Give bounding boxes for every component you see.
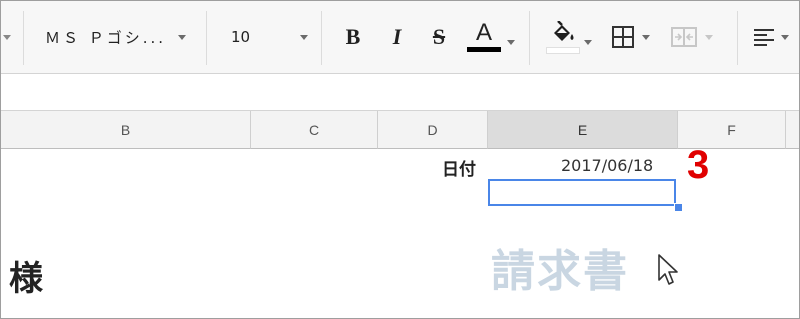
column-header-b[interactable]: B — [1, 111, 251, 149]
font-size-value: 10 — [231, 28, 251, 46]
column-header-e[interactable]: E — [488, 111, 678, 149]
chevron-down-icon — [781, 34, 789, 40]
fill-color-button[interactable] — [541, 1, 597, 73]
bold-icon: B — [345, 24, 361, 49]
borders-button[interactable] — [605, 1, 657, 73]
chevron-down-icon — [178, 34, 187, 40]
fill-color-icon — [546, 20, 580, 54]
text-color-bar — [467, 47, 501, 52]
align-left-icon — [754, 29, 774, 46]
invoice-title-cell[interactable]: 請求書 — [491, 247, 629, 297]
chevron-down-icon — [642, 34, 650, 40]
merge-cells-button[interactable] — [663, 1, 721, 73]
text-color-button[interactable]: A — [463, 1, 519, 73]
chevron-down-icon — [584, 39, 592, 45]
date-label-cell[interactable]: 日付 — [442, 155, 476, 180]
strikethrough-button[interactable]: S — [425, 1, 453, 73]
formula-bar[interactable] — [1, 74, 799, 111]
font-family-select[interactable]: ＭＳ Ｐゴシ... — [29, 1, 199, 73]
align-button[interactable] — [747, 1, 799, 73]
toolbar-scroll-left[interactable] — [1, 1, 13, 73]
text-color-icon: A — [467, 21, 501, 52]
italic-button[interactable]: I — [383, 1, 411, 73]
font-size-select[interactable]: 10 — [213, 1, 317, 73]
fill-handle[interactable] — [674, 203, 683, 212]
column-header-c[interactable]: C — [251, 111, 378, 149]
chevron-down-icon — [3, 34, 11, 40]
cell-grid[interactable] — [1, 150, 799, 318]
column-header-d[interactable]: D — [378, 111, 488, 149]
step-number-annotation: 3 — [687, 143, 710, 187]
column-header-g[interactable] — [786, 111, 799, 149]
chevron-down-icon — [507, 39, 515, 45]
merge-cells-icon — [671, 27, 697, 47]
borders-icon — [612, 26, 634, 48]
active-cell-selection[interactable] — [488, 179, 676, 206]
fill-color-bar — [546, 46, 580, 54]
chevron-down-icon — [300, 34, 309, 40]
paint-bucket-icon — [554, 20, 574, 41]
customer-suffix-cell[interactable]: 様 — [9, 259, 43, 299]
spreadsheet-window: ＭＳ Ｐゴシ... 10 B I S A B C D E F 日付 2017/0… — [0, 0, 800, 319]
date-value-cell[interactable]: 2017/06/18 — [561, 156, 653, 175]
font-family-value: ＭＳ Ｐゴシ... — [45, 28, 167, 47]
strikethrough-icon: S — [432, 24, 446, 49]
chevron-down-icon — [705, 34, 713, 40]
formatting-toolbar: ＭＳ Ｐゴシ... 10 B I S A — [1, 1, 799, 74]
bold-button[interactable]: B — [339, 1, 367, 73]
mouse-pointer-icon — [658, 254, 678, 285]
italic-icon: I — [392, 24, 402, 49]
